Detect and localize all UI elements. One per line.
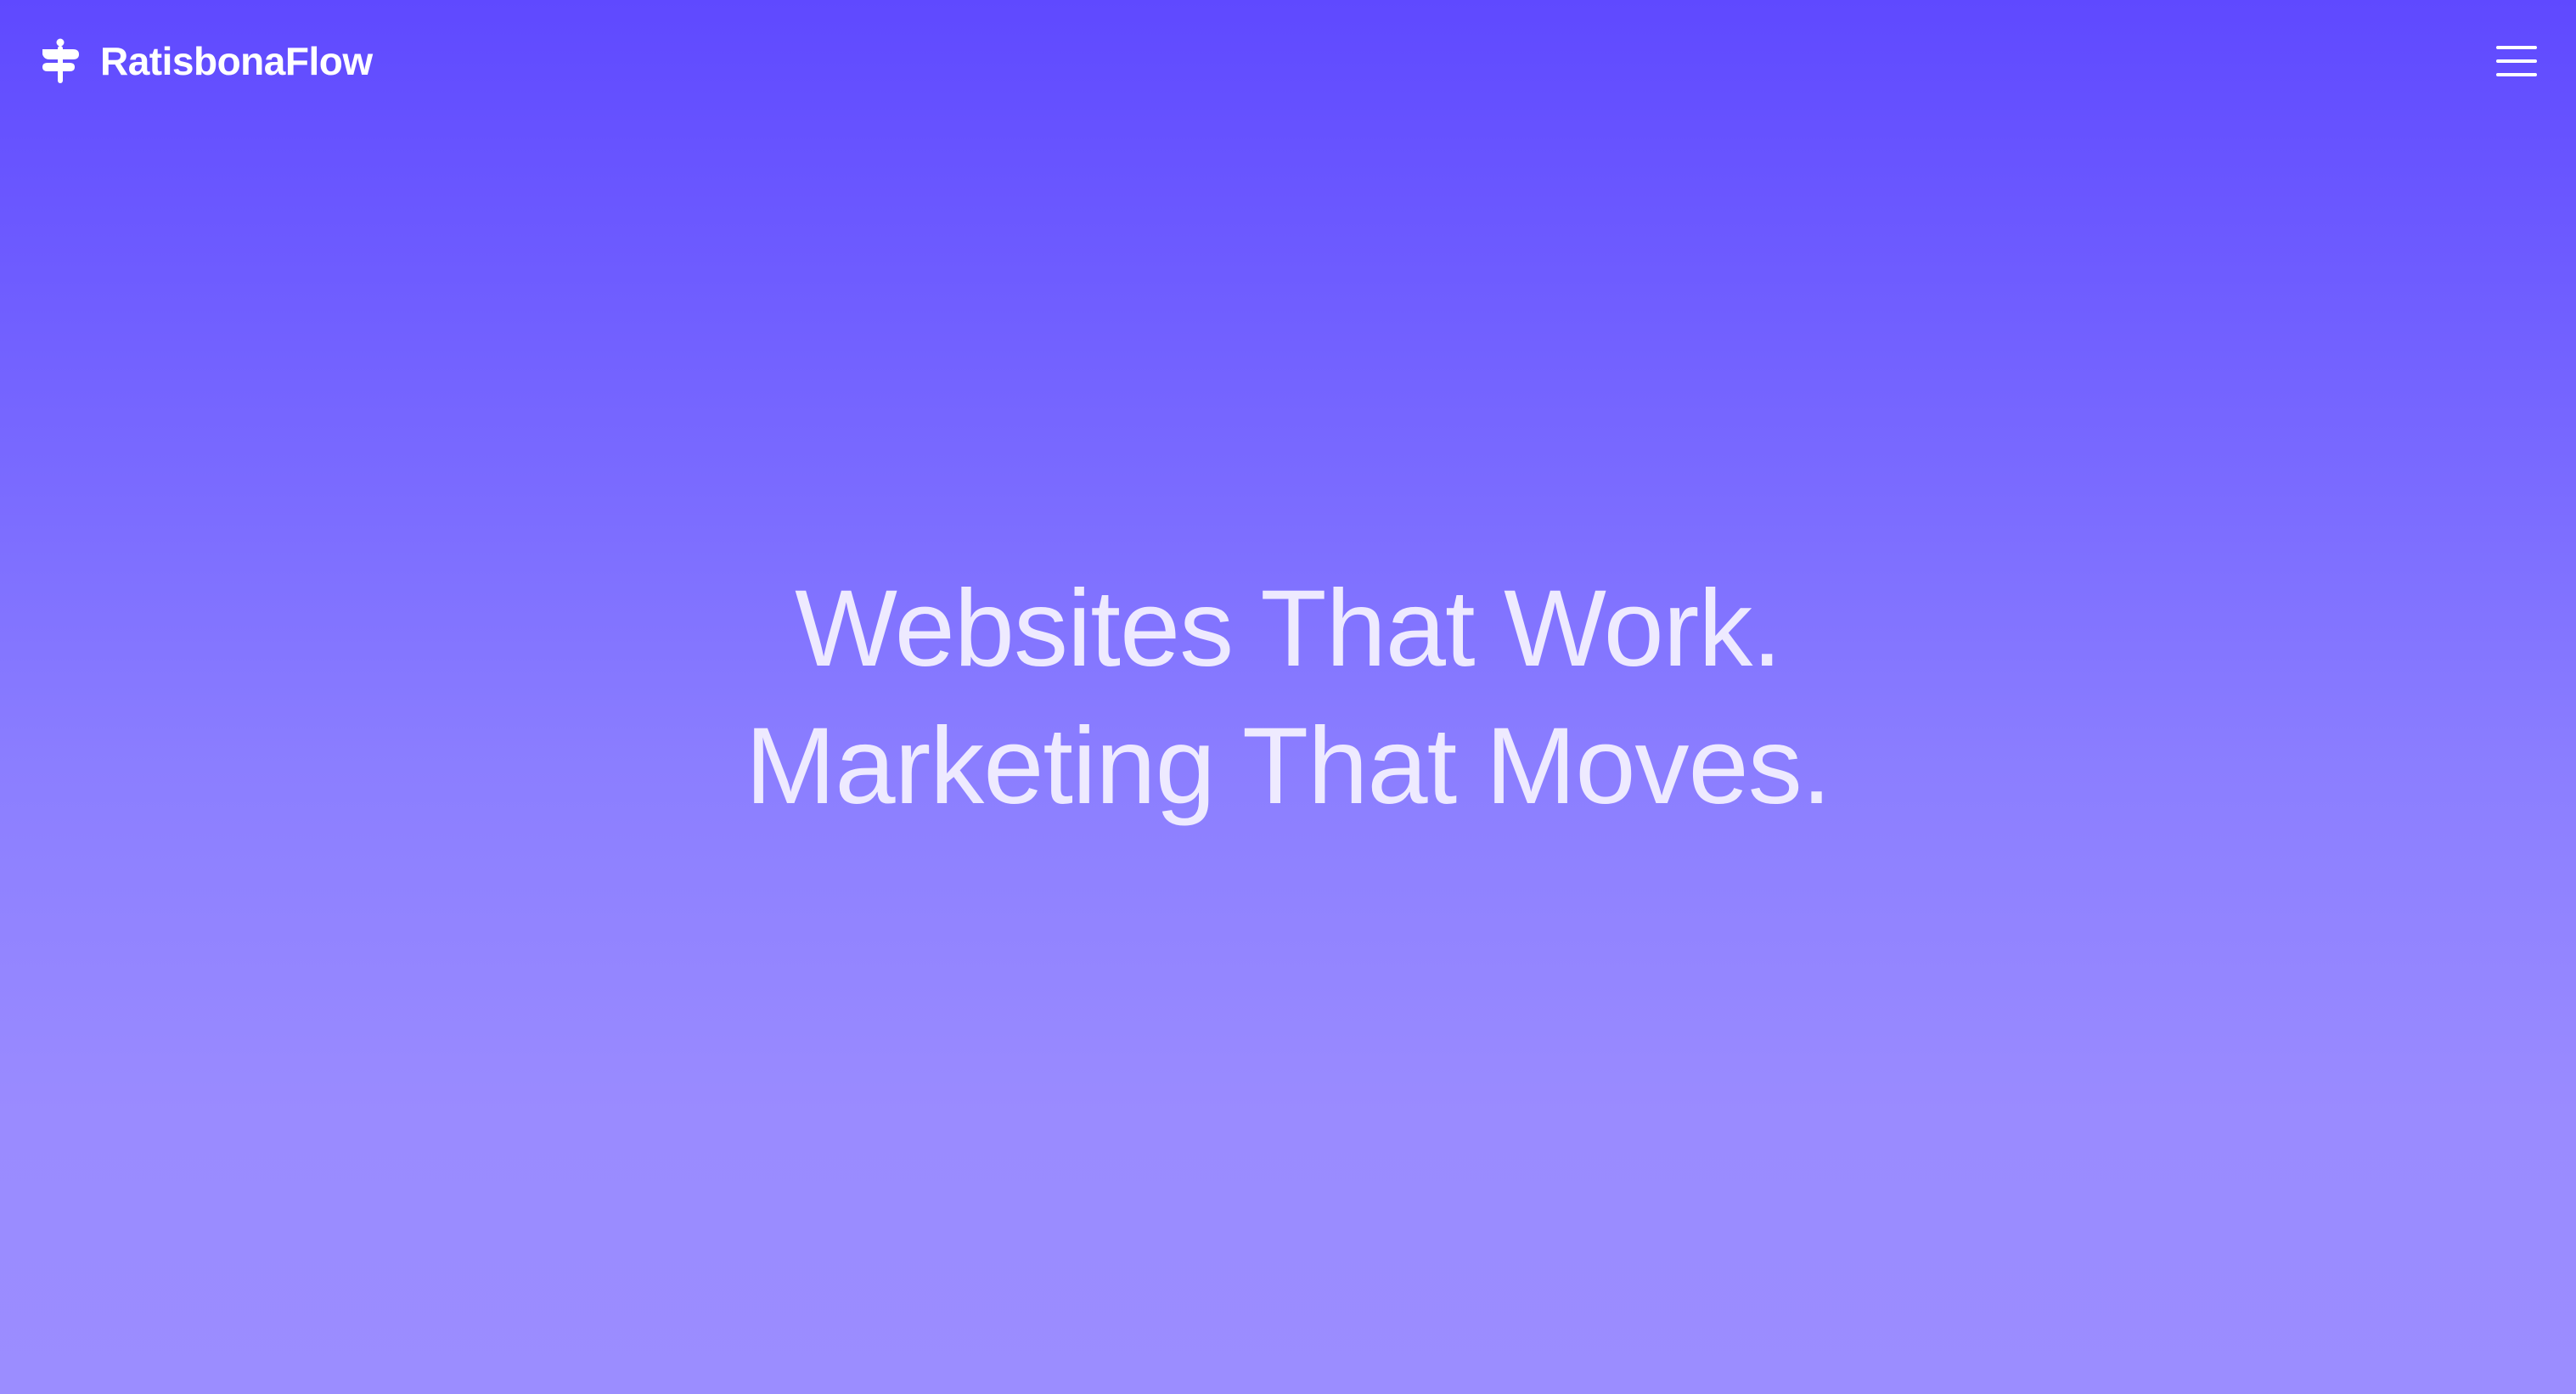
page: RatisbonaFlow Websites That Work. Market…: [0, 0, 2576, 1394]
headline-line-2: Marketing That Moves.: [745, 705, 1832, 827]
headline-line-1: Websites That Work.: [795, 568, 1782, 689]
brand-name: RatisbonaFlow: [100, 39, 373, 83]
hero-section: Websites That Work. Marketing That Moves…: [0, 560, 2576, 835]
site-header: RatisbonaFlow: [0, 0, 2576, 127]
brand-logo-link[interactable]: RatisbonaFlow: [39, 34, 373, 88]
hamburger-menu-icon: [2496, 46, 2537, 76]
ratisbona-signpost-icon: [42, 38, 79, 83]
menu-button[interactable]: [2493, 37, 2540, 85]
hero-headline: Websites That Work. Marketing That Moves…: [0, 560, 2576, 835]
